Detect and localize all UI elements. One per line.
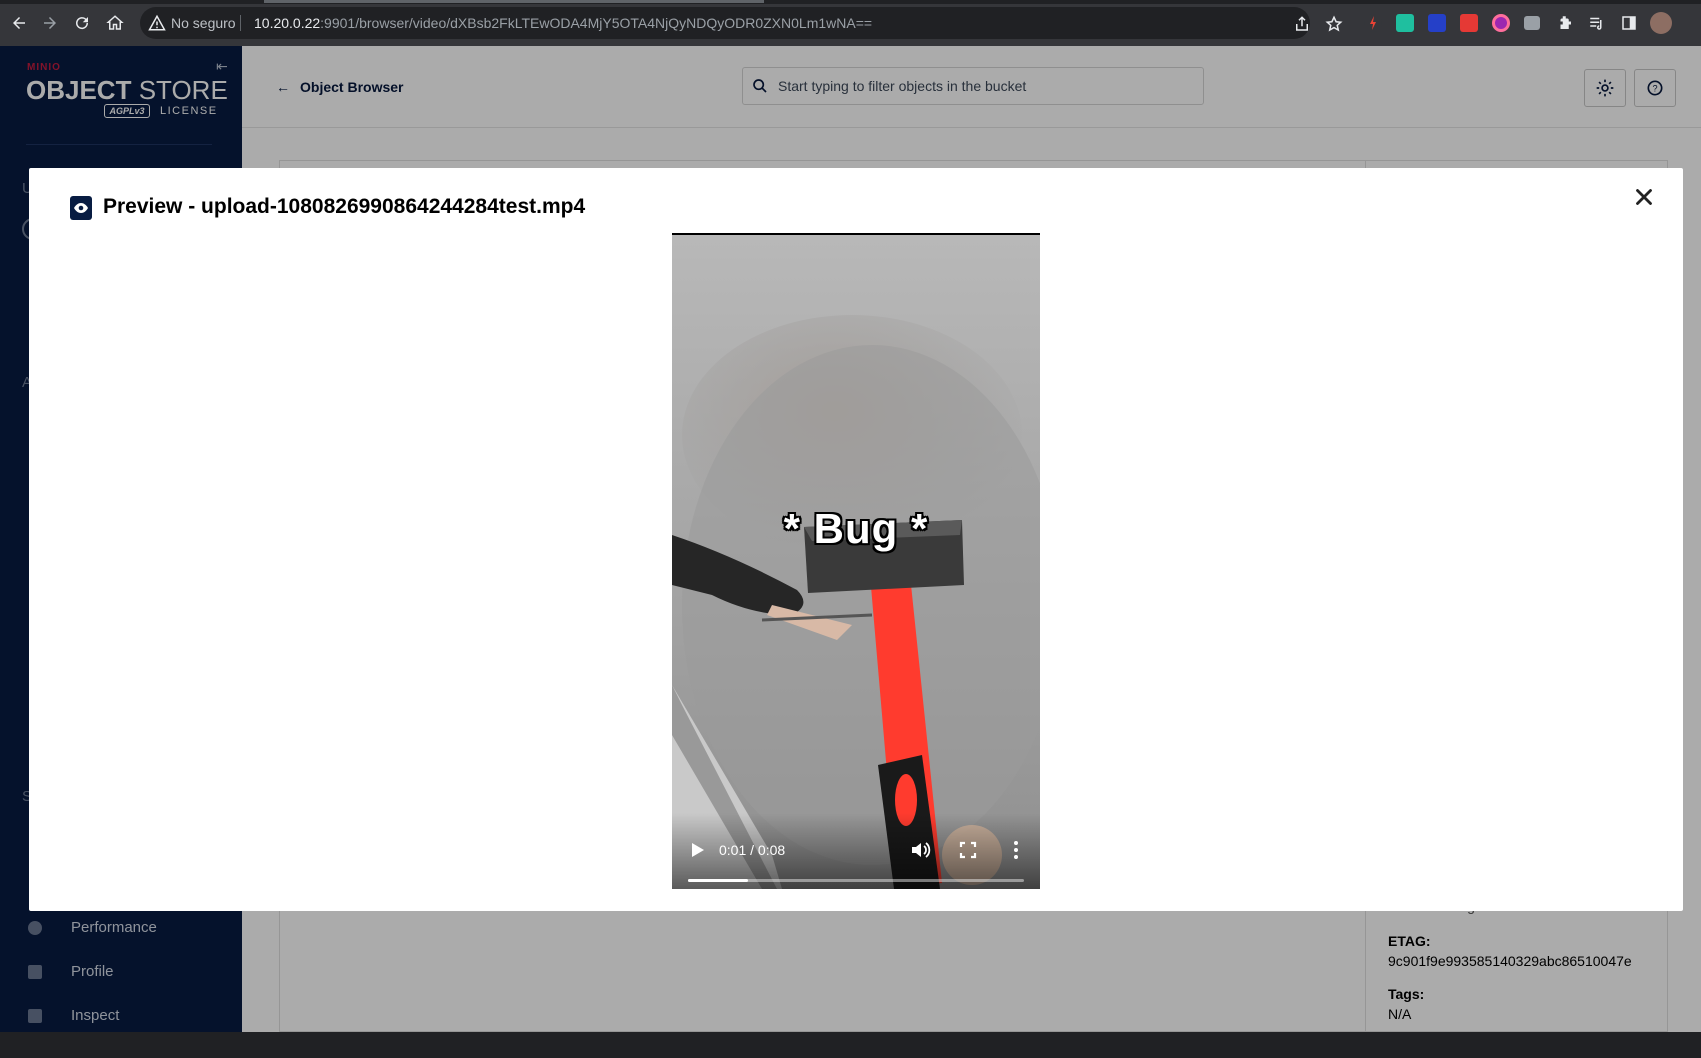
play-icon[interactable] — [686, 839, 708, 861]
volume-icon[interactable] — [909, 839, 931, 861]
extension-green-icon[interactable] — [1396, 14, 1414, 32]
preview-modal: Preview - upload-1080826990864244284test… — [29, 168, 1683, 911]
camera-extension-icon[interactable] — [1524, 16, 1540, 30]
active-tab-edge[interactable] — [264, 0, 764, 3]
more-options-icon[interactable] — [1005, 839, 1027, 861]
preview-eye-icon — [70, 196, 92, 220]
video-progress-bar[interactable] — [688, 879, 1024, 882]
video-frame — [672, 235, 1040, 889]
media-controls-icon[interactable] — [1585, 11, 1609, 35]
video-progress-fill — [688, 879, 749, 882]
bottom-strip — [0, 1032, 1701, 1058]
extension-purple-icon[interactable] — [1492, 14, 1510, 32]
video-controls: 0:01 / 0:08 — [672, 813, 1040, 889]
video-time: 0:01 / 0:08 — [719, 842, 786, 858]
extension-blue-icon[interactable] — [1428, 14, 1446, 32]
home-icon[interactable] — [103, 11, 127, 35]
browser-toolbar: No seguro 10.20.0.22:9901/browser/video/… — [0, 0, 1701, 46]
extensions-puzzle-icon[interactable] — [1553, 11, 1577, 35]
forward-arrow-icon[interactable] — [38, 11, 62, 35]
share-icon[interactable] — [1293, 15, 1311, 33]
tab-strip — [0, 0, 1701, 4]
side-panel-icon[interactable] — [1617, 11, 1641, 35]
extension-red-icon[interactable] — [1364, 14, 1382, 32]
url-host: 10.20.0.22 — [254, 15, 321, 31]
modal-title: Preview - upload-1080826990864244284test… — [103, 195, 586, 218]
video-player[interactable]: * Bug * 0:01 / 0:08 — [672, 233, 1040, 889]
omnibox-separator — [240, 15, 241, 31]
security-label[interactable]: No seguro — [171, 15, 236, 31]
url-text[interactable]: 10.20.0.22:9901/browser/video/dXBsb2FkLT… — [254, 15, 872, 31]
extension-adblock-icon[interactable] — [1460, 14, 1478, 32]
bookmark-star-icon[interactable] — [1325, 15, 1343, 33]
back-arrow-icon[interactable] — [7, 11, 31, 35]
reload-icon[interactable] — [70, 11, 94, 35]
close-icon[interactable] — [1631, 184, 1657, 210]
profile-avatar[interactable] — [1650, 12, 1672, 34]
address-bar[interactable]: No seguro 10.20.0.22:9901/browser/video/… — [140, 7, 1343, 39]
fullscreen-icon[interactable] — [957, 839, 979, 861]
warning-icon[interactable] — [148, 14, 166, 32]
video-caption: * Bug * — [783, 505, 929, 552]
url-path: :9901/browser/video/dXBsb2FkLTEwODA4MjY5… — [320, 15, 873, 31]
